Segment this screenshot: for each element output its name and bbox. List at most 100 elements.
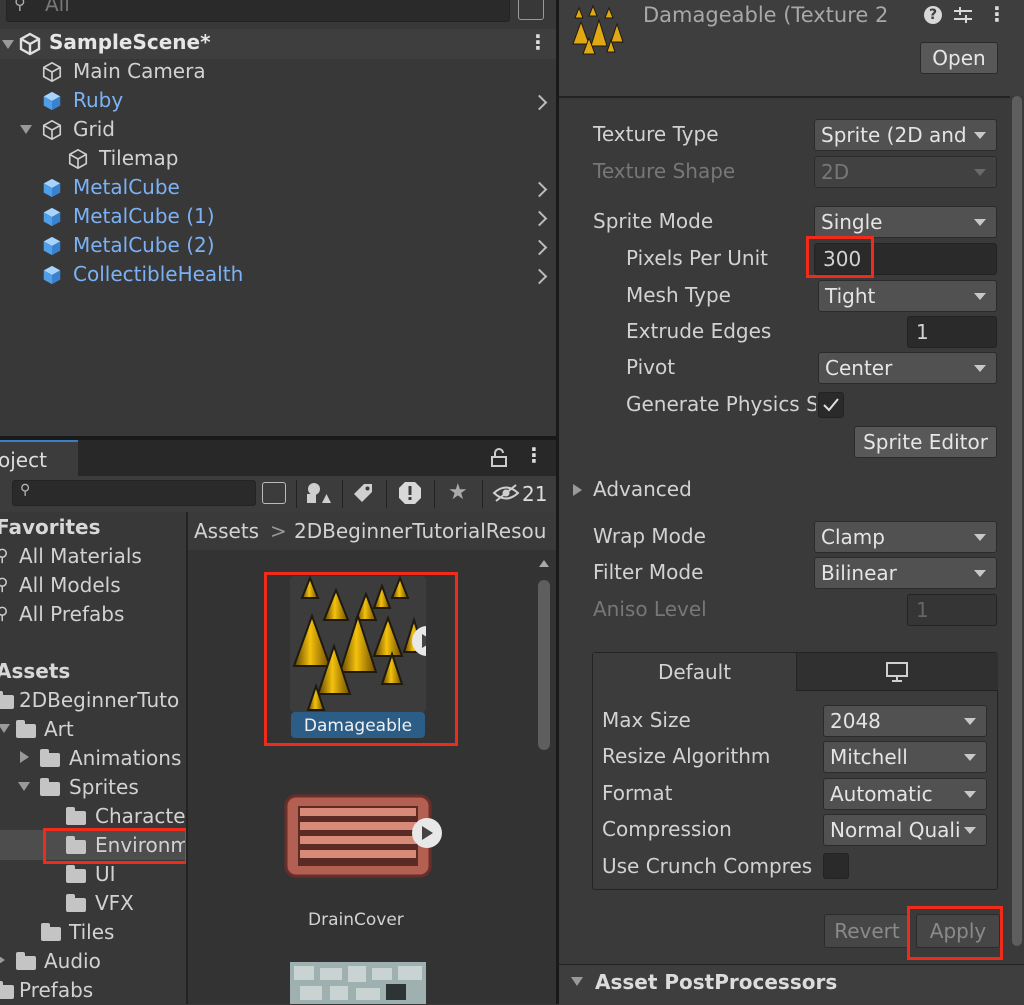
play-triangle-icon: [422, 634, 426, 648]
sprite-editor-button[interactable]: Sprite Editor: [854, 426, 997, 458]
hierarchy-item-label: Ruby: [73, 88, 124, 112]
inspector-scrollbar[interactable]: [1010, 96, 1024, 956]
max-size-label: Max Size: [602, 708, 691, 732]
scene-picker-icon[interactable]: [518, 0, 544, 20]
hidden-eye-icon[interactable]: [492, 484, 520, 502]
generate-physics-checkbox[interactable]: [818, 392, 844, 418]
shapes-filter-icon[interactable]: [305, 481, 331, 505]
wrap-mode-dropdown[interactable]: Clamp: [814, 521, 997, 553]
search-by-type-icon[interactable]: [262, 482, 286, 504]
chevron-right-icon[interactable]: [531, 239, 548, 256]
open-button[interactable]: Open: [920, 42, 998, 74]
favorites-header[interactable]: Favorites: [0, 515, 101, 539]
scene-name: SampleScene*: [49, 30, 211, 54]
inspector-menu-icon[interactable]: ⋮: [987, 2, 1007, 26]
revert-label: Revert: [834, 919, 900, 943]
hierarchy-item-label: Grid: [73, 117, 115, 141]
post-processors-label: Asset PostProcessors: [595, 970, 838, 994]
foldout-icon[interactable]: [18, 782, 30, 791]
format-value: Automatic: [830, 782, 933, 806]
breadcrumb-assets[interactable]: Assets: [194, 519, 259, 543]
tree-label: Prefabs: [19, 978, 94, 1002]
aniso-level-input: 1: [907, 594, 997, 626]
prefab-icon: [43, 265, 61, 285]
sprite-mode-dropdown[interactable]: Single: [814, 206, 997, 238]
foldout-icon[interactable]: [20, 751, 29, 763]
prefab-icon: [43, 178, 61, 198]
tab-project[interactable]: oject: [0, 440, 78, 476]
tree-label: Environm: [95, 833, 190, 857]
asset-tile-partial[interactable]: [290, 962, 426, 1004]
extrude-edges-input[interactable]: 1: [907, 316, 997, 348]
breadcrumb-folder[interactable]: 2DBeginnerTutorialResou: [294, 519, 546, 543]
extrude-edges-label: Extrude Edges: [626, 319, 772, 343]
texture-type-value: Sprite (2D and: [821, 123, 967, 147]
assets-header[interactable]: Assets: [0, 659, 70, 683]
chevron-right-icon[interactable]: [531, 210, 548, 227]
apply-button[interactable]: Apply: [916, 914, 1000, 948]
label-filter-icon[interactable]: [352, 482, 374, 504]
inspector-panel: Damageable (Texture 2 ? ⋮ Open Texture T…: [559, 0, 1024, 1005]
advanced-label[interactable]: Advanced: [593, 477, 692, 501]
project-menu-icon[interactable]: ⋮: [524, 443, 544, 467]
revert-button[interactable]: Revert: [824, 914, 910, 948]
resize-algorithm-value: Mitchell: [830, 745, 908, 769]
chevron-right-icon[interactable]: [531, 268, 548, 285]
chevron-right-icon[interactable]: [531, 94, 548, 111]
post-processors-header[interactable]: Asset PostProcessors: [559, 964, 1024, 1005]
inspector-scroll-thumb[interactable]: [1012, 96, 1022, 946]
texture-type-dropdown[interactable]: Sprite (2D and: [814, 119, 997, 151]
lock-icon[interactable]: [490, 448, 508, 468]
hierarchy-item-label: MetalCube (2): [73, 233, 215, 257]
format-dropdown[interactable]: Automatic: [823, 778, 987, 810]
pixels-per-unit-input[interactable]: 300: [814, 243, 997, 275]
foldout-icon[interactable]: [0, 954, 5, 966]
help-icon[interactable]: ?: [924, 6, 942, 24]
folder-icon: [66, 894, 86, 912]
tree-label: Audio: [44, 949, 101, 973]
compression-dropdown[interactable]: Normal Quali: [823, 814, 987, 846]
asset-draincover[interactable]: DrainCover: [284, 794, 442, 944]
max-size-dropdown[interactable]: 2048: [823, 705, 987, 737]
presets-icon[interactable]: [952, 5, 974, 25]
scene-menu-icon[interactable]: ⋮: [528, 30, 548, 54]
open-button-label: Open: [932, 46, 986, 70]
project-search-input[interactable]: [12, 480, 256, 506]
tree-label: Characte: [95, 804, 186, 828]
hierarchy-item-label: Main Camera: [73, 59, 206, 83]
toolbar-sep: [434, 480, 435, 508]
wrap-mode-label: Wrap Mode: [593, 524, 706, 548]
pivot-label: Pivot: [626, 355, 676, 379]
scroll-thumb[interactable]: [538, 580, 550, 750]
pivot-dropdown[interactable]: Center: [818, 352, 997, 384]
texture-preview-icon: [572, 4, 624, 55]
hierarchy-search-placeholder: All: [45, 0, 70, 16]
search-icon: ⚲: [20, 482, 31, 498]
use-crunch-checkbox[interactable]: [823, 853, 849, 879]
scroll-up-icon[interactable]: [539, 560, 549, 567]
tree-item-environment[interactable]: Environm: [0, 830, 190, 860]
advanced-foldout-icon[interactable]: [573, 484, 582, 496]
tab-default[interactable]: Default: [593, 653, 796, 691]
filter-mode-dropdown[interactable]: Bilinear: [814, 557, 997, 589]
star-icon[interactable]: ★: [448, 480, 468, 505]
grid-foldout-icon[interactable]: [20, 125, 32, 134]
mesh-type-dropdown[interactable]: Tight: [818, 280, 997, 312]
hierarchy-search-input[interactable]: All: [6, 0, 510, 22]
foldout-icon[interactable]: [0, 724, 10, 733]
asset-damageable[interactable]: Damageable: [290, 576, 428, 738]
chevron-right-icon[interactable]: [531, 181, 548, 198]
hierarchy-item-label: MetalCube: [73, 175, 180, 199]
hierarchy-item-label: Tilemap: [99, 146, 179, 170]
asset-grid-scrollbar[interactable]: [536, 550, 552, 1004]
compression-value: Normal Quali: [830, 818, 961, 842]
texture-type-label: Texture Type: [593, 122, 719, 146]
scene-foldout-icon[interactable]: [2, 40, 14, 49]
warning-filter-icon[interactable]: [398, 481, 422, 505]
tree-label: UI: [95, 862, 116, 886]
gameobject-icon: [42, 119, 62, 141]
resize-algorithm-dropdown[interactable]: Mitchell: [823, 741, 987, 773]
post-processors-foldout-icon[interactable]: [571, 977, 583, 986]
mesh-type-value: Tight: [825, 284, 876, 308]
tab-standalone[interactable]: [796, 653, 998, 691]
